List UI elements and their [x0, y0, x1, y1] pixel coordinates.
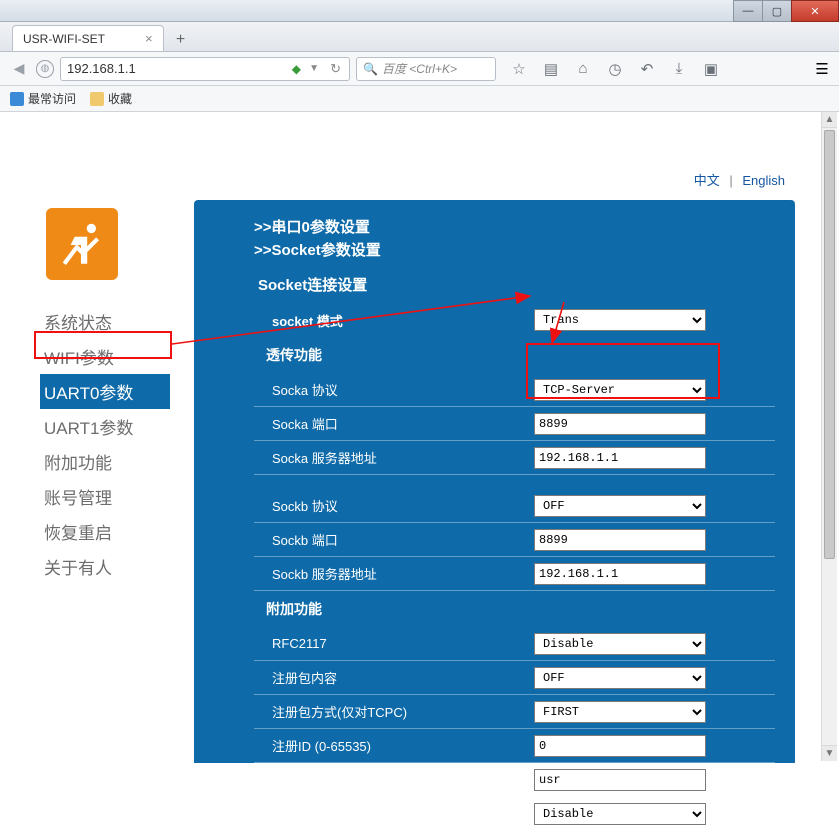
section-heading: 透传功能	[266, 345, 775, 365]
bookmark-favorites[interactable]: 收藏	[90, 90, 132, 107]
tab-title: USR-WIFI-SET	[23, 32, 105, 46]
site-identity-icon[interactable]: ◍	[36, 60, 54, 78]
breadcrumb: >>串口0参数设置	[254, 216, 775, 237]
reload-icon[interactable]: ↻	[330, 61, 341, 77]
label-reg-id: 注册ID (0-65535)	[254, 736, 534, 755]
label-socka-addr: Socka 服务器地址	[254, 448, 534, 467]
label-sockb-proto: Sockb 协议	[254, 496, 534, 515]
bookmarks-bar: 最常访问 收藏	[0, 86, 839, 112]
label-sockb-addr: Sockb 服务器地址	[254, 564, 534, 583]
select-reg-content[interactable]: OFF	[534, 667, 706, 689]
search-input[interactable]: 🔍 百度 <Ctrl+K>	[356, 57, 496, 81]
bookmark-icon	[10, 92, 24, 106]
search-placeholder: 百度 <Ctrl+K>	[382, 60, 457, 77]
bookmark-label: 最常访问	[28, 90, 76, 107]
main-panel: >>串口0参数设置 >>Socket参数设置 Socket连接设置 socket…	[194, 200, 795, 763]
label-sockb-port: Sockb 端口	[254, 530, 534, 549]
select-encrypt[interactable]: Disable	[534, 803, 706, 825]
select-sockb-proto[interactable]: OFF	[534, 495, 706, 517]
input-custom-reg[interactable]	[534, 769, 706, 791]
label-reg-mode: 注册包方式(仅对TCPC)	[254, 702, 534, 721]
browser-tabstrip: USR-WIFI-SET × +	[0, 22, 839, 52]
label-socket-mode: socket 模式	[254, 311, 534, 330]
folder-icon	[90, 92, 104, 106]
scroll-thumb[interactable]	[824, 130, 835, 559]
input-reg-id[interactable]	[534, 735, 706, 757]
vertical-scrollbar[interactable]: ▲ ▼	[821, 112, 837, 761]
sidebar-item-account[interactable]: 账号管理	[40, 479, 170, 514]
shield-icon[interactable]: ◆	[292, 62, 301, 76]
sidebar-item-uart0[interactable]: UART0参数	[40, 374, 170, 409]
home-icon[interactable]: ⌂	[574, 60, 592, 77]
new-tab-button[interactable]: +	[170, 29, 192, 51]
label-reg-content: 注册包内容	[254, 668, 534, 687]
label-rfc: RFC2117	[254, 636, 534, 651]
label-socka-port: Socka 端口	[254, 414, 534, 433]
scroll-up-button[interactable]: ▲	[822, 112, 837, 128]
section-heading: 附加功能	[266, 599, 775, 619]
hamburger-menu-icon[interactable]: ☰	[813, 60, 831, 78]
sidebar-item-about[interactable]: 关于有人	[40, 549, 170, 584]
input-sockb-port[interactable]	[534, 529, 706, 551]
language-switch: 中文 | English	[694, 170, 785, 189]
bookmark-most-visited[interactable]: 最常访问	[10, 90, 76, 107]
sidebar-item-extra[interactable]: 附加功能	[40, 444, 170, 479]
browser-tab[interactable]: USR-WIFI-SET ×	[12, 25, 164, 51]
sync-icon[interactable]: ◷	[606, 60, 624, 78]
sidebar-item-restart[interactable]: 恢复重启	[40, 514, 170, 549]
breadcrumb: >>Socket参数设置	[254, 239, 775, 260]
label-socka-proto: Socka 协议	[254, 380, 534, 399]
select-socka-proto[interactable]: TCP-Server	[534, 379, 706, 401]
search-icon: 🔍	[363, 62, 378, 76]
bookmark-star-icon[interactable]: ☆	[510, 60, 528, 78]
window-close-button[interactable]: ✕	[791, 0, 839, 22]
sidebar: 系统状态 WIFI参数 UART0参数 UART1参数 附加功能 账号管理 恢复…	[40, 208, 170, 584]
reader-icon[interactable]: ▤	[542, 60, 560, 78]
lang-cn-link[interactable]: 中文	[694, 173, 720, 188]
bookmark-label: 收藏	[108, 90, 132, 107]
downloads-icon[interactable]: ⤓	[670, 60, 688, 77]
scroll-track[interactable]	[824, 130, 835, 743]
url-input[interactable]: 192.168.1.1 ◆ ▼ ↻	[60, 57, 350, 81]
addons-icon[interactable]: ▣	[702, 60, 720, 78]
history-back-icon[interactable]: ↶	[638, 60, 656, 78]
brand-logo	[46, 208, 118, 280]
select-reg-mode[interactable]: FIRST	[534, 701, 706, 723]
lang-en-link[interactable]: English	[742, 173, 785, 188]
label-custom-reg: 自定义注册包 (32字节)	[254, 770, 534, 789]
sidebar-item-uart1[interactable]: UART1参数	[40, 409, 170, 444]
label-encrypt: 透传加密	[254, 804, 534, 823]
browser-navbar: ◀ ◍ 192.168.1.1 ◆ ▼ ↻ 🔍 百度 <Ctrl+K> ☆ ▤ …	[0, 52, 839, 86]
window-maximize-button[interactable]: ▢	[762, 0, 792, 22]
window-minimize-button[interactable]: —	[733, 0, 763, 22]
url-text: 192.168.1.1	[67, 61, 136, 76]
tab-close-icon[interactable]: ×	[145, 31, 153, 46]
url-dropdown-icon[interactable]: ▼	[309, 63, 319, 74]
scroll-down-button[interactable]: ▼	[822, 745, 837, 761]
window-titlebar: — ▢ ✕	[0, 0, 839, 22]
separator: |	[729, 173, 732, 188]
sidebar-item-status[interactable]: 系统状态	[40, 304, 170, 339]
back-button[interactable]: ◀	[8, 58, 30, 80]
sidebar-item-wifi[interactable]: WIFI参数	[40, 339, 170, 374]
select-rfc[interactable]: Disable	[534, 633, 706, 655]
section-heading: Socket连接设置	[258, 274, 775, 295]
input-socka-port[interactable]	[534, 413, 706, 435]
select-socket-mode[interactable]: Trans	[534, 309, 706, 331]
input-sockb-addr[interactable]	[534, 563, 706, 585]
input-socka-addr[interactable]	[534, 447, 706, 469]
